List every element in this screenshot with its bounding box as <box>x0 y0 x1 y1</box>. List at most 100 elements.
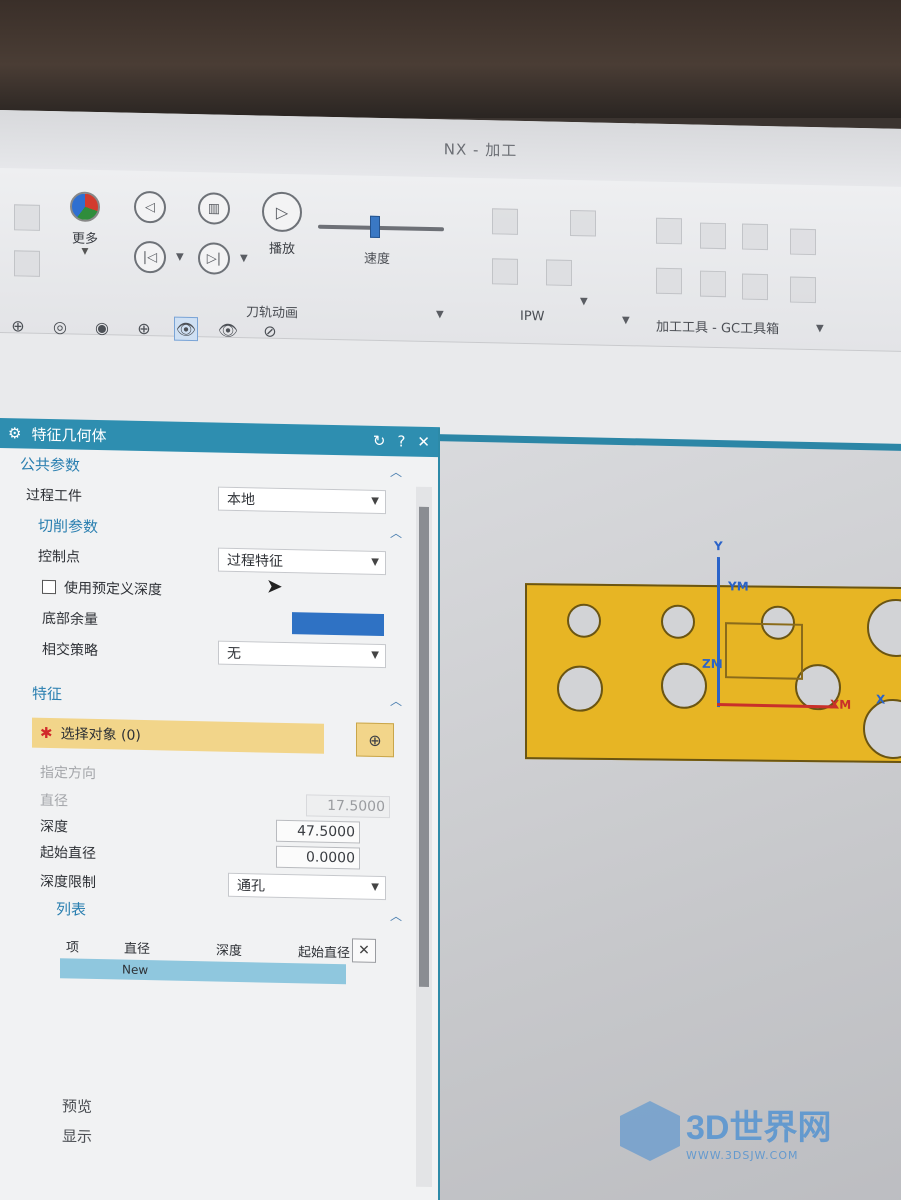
chevron-down-icon[interactable]: ▼ <box>580 296 588 307</box>
step-back-button[interactable]: ◁ <box>134 190 166 224</box>
machining-tool-icon[interactable] <box>656 267 682 295</box>
generic-tool-icon[interactable] <box>14 204 40 231</box>
coordinate-system-frame <box>725 622 803 680</box>
depth-input[interactable]: 47.5000 <box>276 819 360 844</box>
control-point-label: 控制点 <box>38 548 80 566</box>
chevron-down-icon: ▼ <box>371 556 379 568</box>
control-point-select[interactable]: 过程特征 ▼ <box>218 547 386 575</box>
speed-slider-thumb[interactable] <box>369 215 380 238</box>
machining-tool-icon[interactable] <box>656 217 682 245</box>
use-predefined-depth-label: 使用预定义深度 <box>64 579 162 598</box>
gear-icon: ⚙ <box>8 424 22 443</box>
checkbox-icon <box>42 579 56 594</box>
graphics-window[interactable]: Y YM ZM XM X <box>420 440 901 1200</box>
generic-tool-icon[interactable] <box>14 250 40 277</box>
speed-slider[interactable] <box>318 224 444 232</box>
hole[interactable] <box>661 662 707 709</box>
window-title: NX - 加工 <box>443 139 518 160</box>
more-icon <box>70 191 100 223</box>
dialog-scrollbar[interactable] <box>416 486 432 1188</box>
chevron-down-icon: ▼ <box>371 495 379 507</box>
chevron-up-icon[interactable]: ︿ <box>390 907 402 924</box>
select-object-row: ✱ 选择对象 (0) ⊕ <box>0 713 438 758</box>
section-label: 公共参数 <box>20 454 81 475</box>
start-diameter-input[interactable]: 0.0000 <box>276 845 360 870</box>
chevron-up-icon[interactable]: ︿ <box>390 524 402 541</box>
monitor-bezel <box>0 0 901 118</box>
help-icon[interactable]: ? <box>397 432 405 450</box>
column-header-diameter[interactable]: 直径 <box>124 937 150 957</box>
chevron-down-icon[interactable]: ▼ <box>240 253 248 264</box>
intersection-strategy-value: 无 <box>227 645 241 662</box>
bottom-stock-input[interactable] <box>292 611 384 636</box>
diameter-input[interactable]: 17.5000 <box>306 794 390 819</box>
ipw-tool-icon[interactable] <box>546 259 572 286</box>
hole[interactable] <box>867 598 901 658</box>
remove-item-button[interactable]: ✕ <box>352 938 376 963</box>
nx-application-window: NX - 加工 更多 ▼ ◁ ▥ |◁ ▼ ▷| ▼ ▷ 播放 速度 ▼ 刀轨动… <box>0 110 901 1200</box>
axis-label-ym: YM <box>728 579 749 594</box>
machining-tool-icon[interactable] <box>790 228 816 256</box>
intersection-strategy-select[interactable]: 无 ▼ <box>218 640 386 668</box>
pause-button[interactable]: ▥ <box>198 192 230 225</box>
column-header-start-diameter[interactable]: 起始直径 <box>298 941 350 961</box>
process-workpiece-label: 过程工件 <box>26 487 82 505</box>
process-workpiece-select[interactable]: 本地 ▼ <box>218 486 386 514</box>
workpiece-plate[interactable] <box>525 583 901 764</box>
more-label: 更多 <box>71 231 98 248</box>
axis-label-zm: ZM <box>702 656 723 672</box>
chevron-up-icon[interactable]: ︿ <box>390 463 402 480</box>
depth-limit-value: 通孔 <box>237 877 265 895</box>
play-button[interactable]: ▷ 播放 <box>262 191 302 257</box>
scrollbar-thumb[interactable] <box>419 506 429 987</box>
feature-geometry-dialog: ⚙ 特征几何体 ↻ ? ✕ 公共参数 ︿ 过程工件 本地 ▼ 切削参数 ︿ 控制… <box>0 418 440 1200</box>
chevron-up-icon[interactable]: ︿ <box>390 692 402 709</box>
previous-operation-button[interactable]: |◁ <box>134 240 166 274</box>
ipw-tool-icon[interactable] <box>492 208 518 235</box>
select-object-label: 选择对象 (0) <box>60 726 141 744</box>
filter-icon[interactable]: ◎ <box>48 314 72 339</box>
next-operation-button[interactable]: ▷| <box>198 242 230 275</box>
machining-tool-icon[interactable] <box>700 222 726 250</box>
close-icon[interactable]: ✕ <box>417 433 430 451</box>
watermark: 3D世界网 WWW.3DSJW.COM <box>620 1100 831 1162</box>
machining-tool-icon[interactable] <box>742 273 768 301</box>
more-button[interactable]: 更多 ▼ <box>70 191 100 257</box>
hole[interactable] <box>557 665 603 712</box>
selection-toolbar: ⊕ ◎ ◉ ⊕ 👁 👁 ⊘ <box>0 308 901 361</box>
intersection-strategy-label: 相交策略 <box>42 641 98 659</box>
required-asterisk-icon: ✱ <box>40 723 53 743</box>
specify-direction-label: 指定方向 <box>40 764 96 782</box>
column-header-depth[interactable]: 深度 <box>216 939 242 959</box>
crosshair-icon[interactable]: ⊕ <box>132 316 156 341</box>
hole[interactable] <box>567 603 601 638</box>
machining-tool-icon[interactable] <box>700 270 726 298</box>
chevron-down-icon[interactable]: ▼ <box>176 252 184 263</box>
machining-tool-icon[interactable] <box>742 223 768 251</box>
select-object-field[interactable]: ✱ 选择对象 (0) <box>32 717 324 754</box>
y-axis-line <box>717 557 720 708</box>
depth-limit-select[interactable]: 通孔 ▼ <box>228 872 386 900</box>
section-label: 切削参数 <box>38 516 99 536</box>
skip-forward-icon: ▷| <box>198 242 230 275</box>
section-label: 列表 <box>56 899 87 919</box>
hide-icon[interactable]: ⊘ <box>258 318 282 343</box>
ipw-tool-icon[interactable] <box>492 258 518 285</box>
ipw-tool-icon[interactable] <box>570 209 596 237</box>
hole[interactable] <box>661 604 695 639</box>
column-header-item[interactable]: 项 <box>66 936 79 955</box>
use-predefined-depth-checkbox[interactable]: 使用预定义深度 <box>42 576 162 599</box>
reset-icon[interactable]: ↻ <box>373 432 386 450</box>
dialog-title: 特征几何体 <box>31 425 107 445</box>
component-icon[interactable]: ◉ <box>90 315 114 340</box>
show-hide-icon[interactable]: 👁 <box>174 316 198 342</box>
chevron-down-icon: ▼ <box>371 649 379 661</box>
hole[interactable] <box>863 698 901 760</box>
eye-icon[interactable]: 👁 <box>216 318 240 343</box>
machining-tool-icon[interactable] <box>790 276 816 304</box>
list-row-selected[interactable]: New <box>60 958 346 985</box>
axis-label-y: Y <box>714 538 723 554</box>
snap-point-icon[interactable]: ⊕ <box>6 313 30 338</box>
crosshair-select-icon[interactable]: ⊕ <box>356 722 394 758</box>
diameter-label: 直径 <box>40 792 68 810</box>
